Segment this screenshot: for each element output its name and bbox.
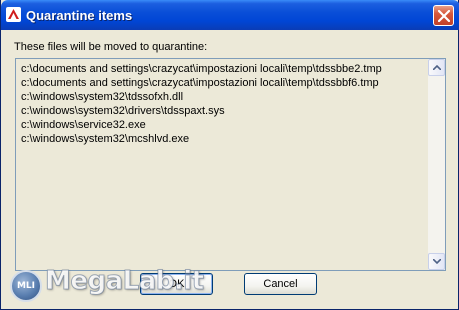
watermark-text: MegaLab.it <box>45 266 205 297</box>
list-item[interactable]: c:\windows\service32.exe <box>21 118 421 132</box>
cancel-button[interactable]: Cancel <box>244 273 317 295</box>
chevron-down-icon <box>433 259 441 264</box>
vertical-scrollbar[interactable] <box>428 59 445 270</box>
file-list: c:\documents and settings\crazycat\impos… <box>21 62 421 146</box>
watermark: MLI MegaLab.it <box>7 262 205 308</box>
list-item[interactable]: c:\windows\system32\drivers\tdsspaxt.sys <box>21 104 421 118</box>
title-bar[interactable]: Quarantine items <box>1 0 459 30</box>
close-button[interactable] <box>433 5 454 26</box>
watermark-badge-text: MLI <box>16 281 36 291</box>
list-item[interactable]: c:\windows\system32\tdssofxh.dll <box>21 90 421 104</box>
list-item[interactable]: c:\documents and settings\crazycat\impos… <box>21 76 421 90</box>
close-icon <box>438 10 450 22</box>
quarantine-dialog: Quarantine items These files will be mov… <box>0 0 459 310</box>
scroll-up-button[interactable] <box>428 59 445 76</box>
prompt-label: These files will be moved to quarantine: <box>14 41 208 53</box>
window-title: Quarantine items <box>26 8 133 23</box>
list-item[interactable]: c:\windows\system32\mcshlvd.exe <box>21 132 421 146</box>
file-list-box[interactable]: c:\documents and settings\crazycat\impos… <box>15 58 446 271</box>
scroll-down-button[interactable] <box>428 253 445 270</box>
chevron-up-icon <box>433 65 441 70</box>
list-item[interactable]: c:\documents and settings\crazycat\impos… <box>21 62 421 76</box>
avira-umbrella-icon <box>6 7 21 22</box>
watermark-badge: MLI <box>10 270 42 302</box>
